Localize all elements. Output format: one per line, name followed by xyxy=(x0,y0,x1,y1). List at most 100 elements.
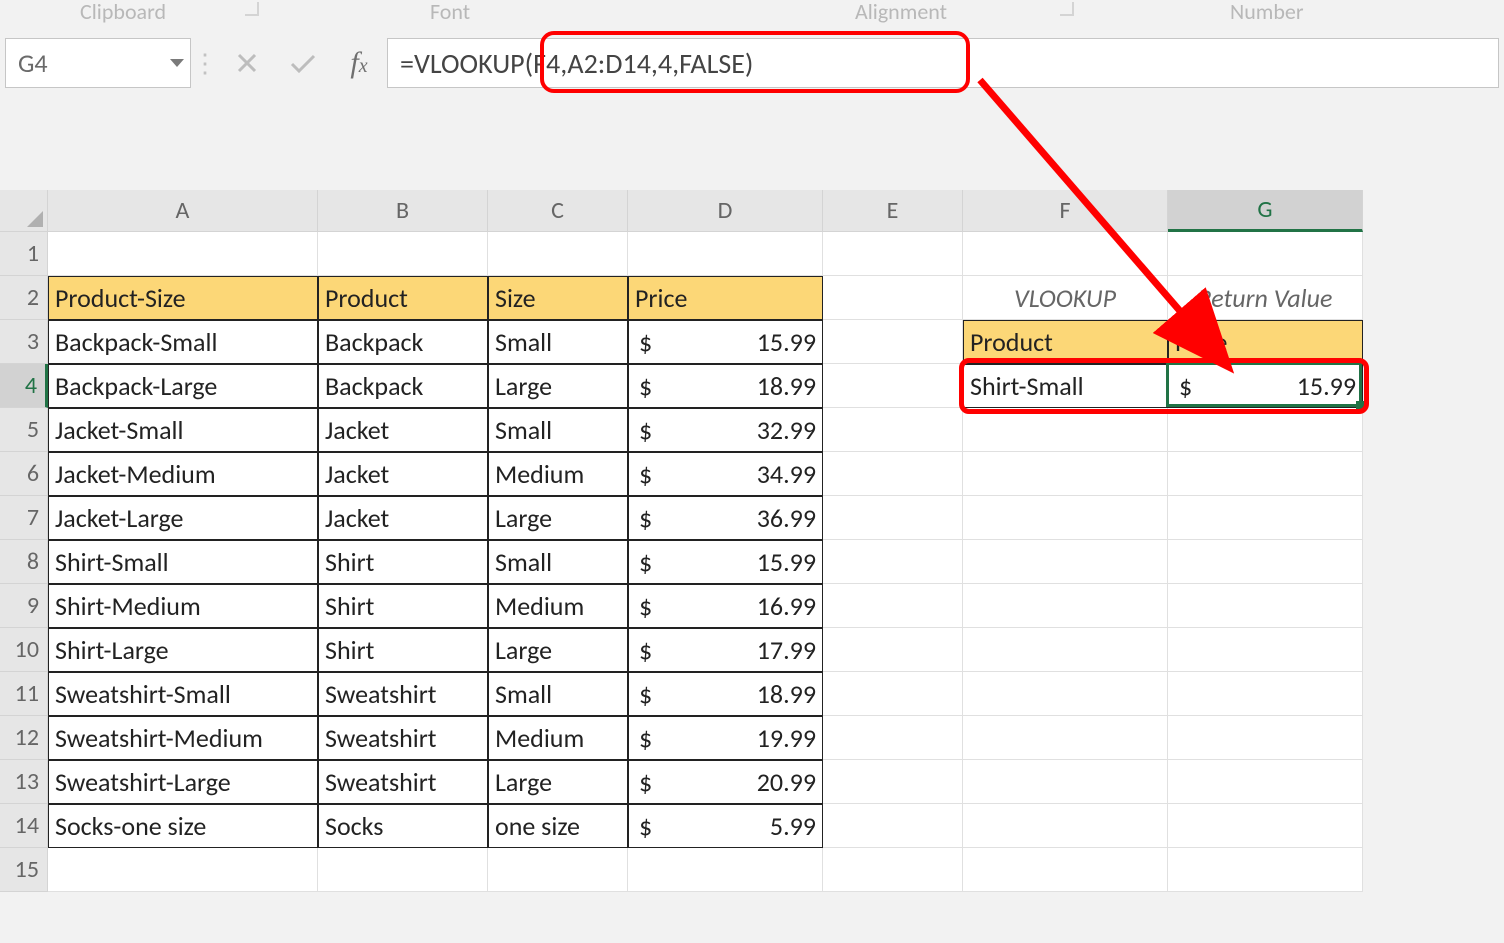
cell-F8[interactable] xyxy=(963,540,1168,584)
cell-C7[interactable]: Large xyxy=(488,496,628,540)
cell-G12[interactable] xyxy=(1168,716,1363,760)
cell-F9[interactable] xyxy=(963,584,1168,628)
cell-B2[interactable]: Product xyxy=(318,276,488,320)
cell-C3[interactable]: Small xyxy=(488,320,628,364)
cell-A13[interactable]: Sweatshirt-Large xyxy=(48,760,318,804)
cell-C6[interactable]: Medium xyxy=(488,452,628,496)
column-header-G[interactable]: G xyxy=(1168,190,1363,232)
cell-D9[interactable]: $16.99 xyxy=(628,584,823,628)
cell-A5[interactable]: Jacket-Small xyxy=(48,408,318,452)
cell-B3[interactable]: Backpack xyxy=(318,320,488,364)
cell-F7[interactable] xyxy=(963,496,1168,540)
cell-C11[interactable]: Small xyxy=(488,672,628,716)
cell-E8[interactable] xyxy=(823,540,963,584)
cell-E12[interactable] xyxy=(823,716,963,760)
cell-E6[interactable] xyxy=(823,452,963,496)
row-header-13[interactable]: 13 xyxy=(0,760,48,804)
cell-A2[interactable]: Product-Size xyxy=(48,276,318,320)
cell-C12[interactable]: Medium xyxy=(488,716,628,760)
row-header-4[interactable]: 4 xyxy=(0,364,48,408)
cell-A12[interactable]: Sweatshirt-Medium xyxy=(48,716,318,760)
cell-A15[interactable] xyxy=(48,848,318,892)
cell-A10[interactable]: Shirt-Large xyxy=(48,628,318,672)
cell-E9[interactable] xyxy=(823,584,963,628)
cell-F4[interactable]: Shirt-Small xyxy=(963,364,1168,408)
cell-B15[interactable] xyxy=(318,848,488,892)
column-header-E[interactable]: E xyxy=(823,190,963,232)
select-all-button[interactable] xyxy=(0,190,48,232)
clipboard-dialog-launcher-icon[interactable] xyxy=(245,2,259,16)
cell-F11[interactable] xyxy=(963,672,1168,716)
cell-E1[interactable] xyxy=(823,232,963,276)
row-header-9[interactable]: 9 xyxy=(0,584,48,628)
cell-B14[interactable]: Socks xyxy=(318,804,488,848)
cell-A4[interactable]: Backpack-Large xyxy=(48,364,318,408)
row-header-15[interactable]: 15 xyxy=(0,848,48,892)
row-header-11[interactable]: 11 xyxy=(0,672,48,716)
cell-C8[interactable]: Small xyxy=(488,540,628,584)
row-header-14[interactable]: 14 xyxy=(0,804,48,848)
cell-G3[interactable]: Price xyxy=(1168,320,1363,364)
cell-C2[interactable]: Size xyxy=(488,276,628,320)
row-header-6[interactable]: 6 xyxy=(0,452,48,496)
cell-C15[interactable] xyxy=(488,848,628,892)
row-header-12[interactable]: 12 xyxy=(0,716,48,760)
cell-B6[interactable]: Jacket xyxy=(318,452,488,496)
cell-A9[interactable]: Shirt-Medium xyxy=(48,584,318,628)
cell-E7[interactable] xyxy=(823,496,963,540)
row-header-5[interactable]: 5 xyxy=(0,408,48,452)
cell-C13[interactable]: Large xyxy=(488,760,628,804)
column-header-D[interactable]: D xyxy=(628,190,823,232)
alignment-dialog-launcher-icon[interactable] xyxy=(1060,2,1074,16)
cell-B12[interactable]: Sweatshirt xyxy=(318,716,488,760)
column-header-A[interactable]: A xyxy=(48,190,318,232)
cell-E4[interactable] xyxy=(823,364,963,408)
cancel-formula-button[interactable] xyxy=(219,38,275,88)
cell-B1[interactable] xyxy=(318,232,488,276)
cell-D4[interactable]: $18.99 xyxy=(628,364,823,408)
cell-C9[interactable]: Medium xyxy=(488,584,628,628)
row-header-7[interactable]: 7 xyxy=(0,496,48,540)
cell-E13[interactable] xyxy=(823,760,963,804)
row-header-1[interactable]: 1 xyxy=(0,232,48,276)
cell-E3[interactable] xyxy=(823,320,963,364)
cell-D13[interactable]: $20.99 xyxy=(628,760,823,804)
cell-B4[interactable]: Backpack xyxy=(318,364,488,408)
cell-F15[interactable] xyxy=(963,848,1168,892)
cell-G5[interactable] xyxy=(1168,408,1363,452)
cell-D5[interactable]: $32.99 xyxy=(628,408,823,452)
cell-E10[interactable] xyxy=(823,628,963,672)
cell-F6[interactable] xyxy=(963,452,1168,496)
cell-G14[interactable] xyxy=(1168,804,1363,848)
row-header-3[interactable]: 3 xyxy=(0,320,48,364)
column-header-B[interactable]: B xyxy=(318,190,488,232)
cell-B9[interactable]: Shirt xyxy=(318,584,488,628)
column-header-C[interactable]: C xyxy=(488,190,628,232)
cell-G7[interactable] xyxy=(1168,496,1363,540)
cell-D12[interactable]: $19.99 xyxy=(628,716,823,760)
cell-A14[interactable]: Socks-one size xyxy=(48,804,318,848)
cell-F1[interactable] xyxy=(963,232,1168,276)
cell-B8[interactable]: Shirt xyxy=(318,540,488,584)
cell-G8[interactable] xyxy=(1168,540,1363,584)
cell-E2[interactable] xyxy=(823,276,963,320)
enter-formula-button[interactable] xyxy=(275,38,331,88)
column-headers[interactable]: ABCDEFG xyxy=(48,190,1363,232)
cell-F5[interactable] xyxy=(963,408,1168,452)
cell-F13[interactable] xyxy=(963,760,1168,804)
cell-F10[interactable] xyxy=(963,628,1168,672)
cell-E15[interactable] xyxy=(823,848,963,892)
row-header-2[interactable]: 2 xyxy=(0,276,48,320)
cell-G10[interactable] xyxy=(1168,628,1363,672)
cell-F14[interactable] xyxy=(963,804,1168,848)
name-box[interactable]: G4 xyxy=(5,38,191,88)
column-header-F[interactable]: F xyxy=(963,190,1168,232)
cell-C5[interactable]: Small xyxy=(488,408,628,452)
cell-F3[interactable]: Product xyxy=(963,320,1168,364)
cell-G2[interactable]: Return Value xyxy=(1168,276,1363,320)
cell-A6[interactable]: Jacket-Medium xyxy=(48,452,318,496)
cell-D7[interactable]: $36.99 xyxy=(628,496,823,540)
row-headers[interactable]: 123456789101112131415 xyxy=(0,232,48,892)
cell-D1[interactable] xyxy=(628,232,823,276)
cell-C1[interactable] xyxy=(488,232,628,276)
